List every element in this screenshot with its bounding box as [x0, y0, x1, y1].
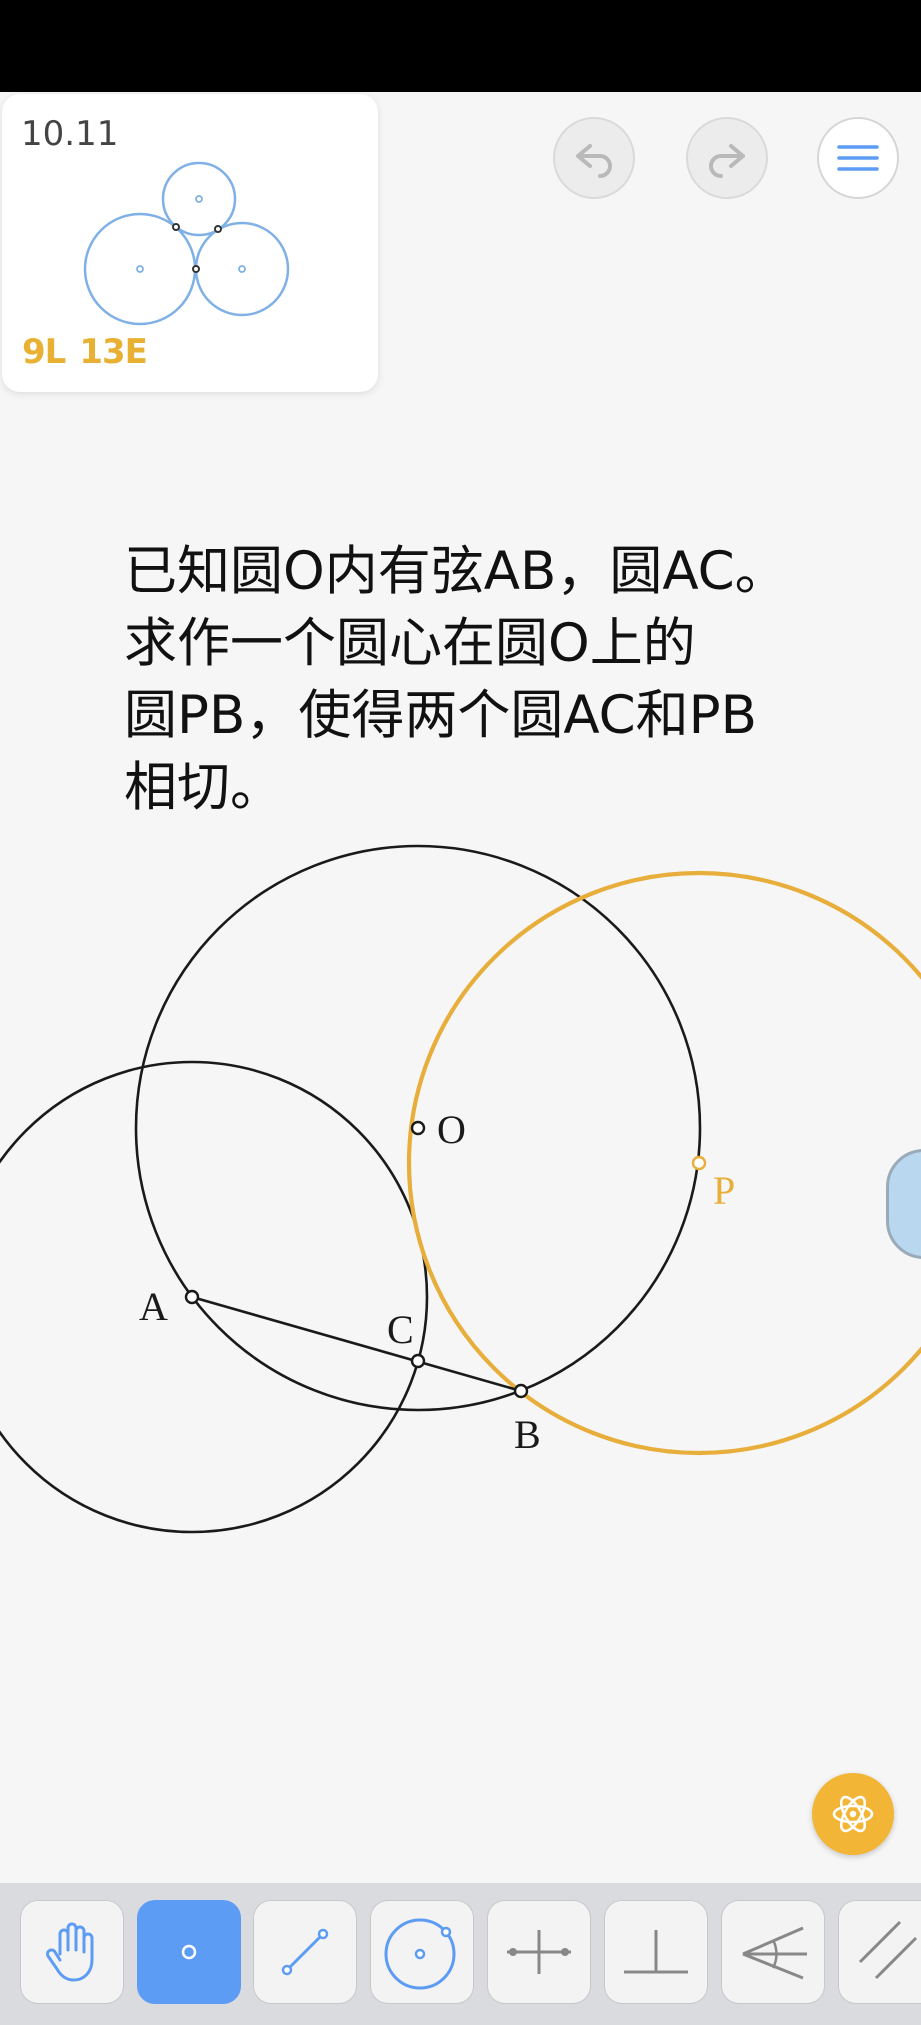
point-b[interactable]	[513, 1383, 529, 1399]
tool-point[interactable]	[137, 1900, 241, 2004]
label-o: O	[437, 1107, 466, 1152]
point-p[interactable]	[691, 1155, 707, 1171]
tool-bar	[0, 1883, 921, 2025]
label-b: B	[514, 1412, 541, 1457]
parallel-icon	[858, 1920, 918, 1980]
tool-hand[interactable]	[20, 1900, 124, 2004]
point-c[interactable]	[410, 1353, 426, 1369]
point-icon	[181, 1944, 197, 1960]
label-c: C	[387, 1307, 414, 1352]
perpendicular-icon	[624, 1930, 688, 1974]
perpendicular-bisector-icon	[507, 1930, 571, 1974]
angle-bisector-icon	[742, 1926, 807, 1980]
circle-icon	[384, 1918, 456, 1990]
atom-icon	[832, 1795, 874, 1833]
geometry-canvas[interactable]: O A C B P	[0, 0, 921, 1883]
circle-ac[interactable]	[0, 1060, 429, 1534]
line-segment-icon	[281, 1928, 329, 1976]
label-p: P	[713, 1168, 735, 1213]
tool-angle-bisector[interactable]	[721, 1900, 825, 2004]
tool-perpendicular-bisector[interactable]	[487, 1900, 591, 2004]
label-a: A	[139, 1284, 168, 1329]
tool-perpendicular[interactable]	[604, 1900, 708, 2004]
hand-icon	[46, 1922, 94, 1982]
tool-parallel[interactable]	[838, 1900, 921, 2004]
hint-button[interactable]	[812, 1773, 894, 1855]
tool-line[interactable]	[253, 1900, 357, 2004]
tool-circle[interactable]	[370, 1900, 474, 2004]
point-a[interactable]	[184, 1289, 200, 1305]
circle-pb[interactable]	[406, 870, 921, 1456]
point-o[interactable]	[410, 1120, 426, 1136]
